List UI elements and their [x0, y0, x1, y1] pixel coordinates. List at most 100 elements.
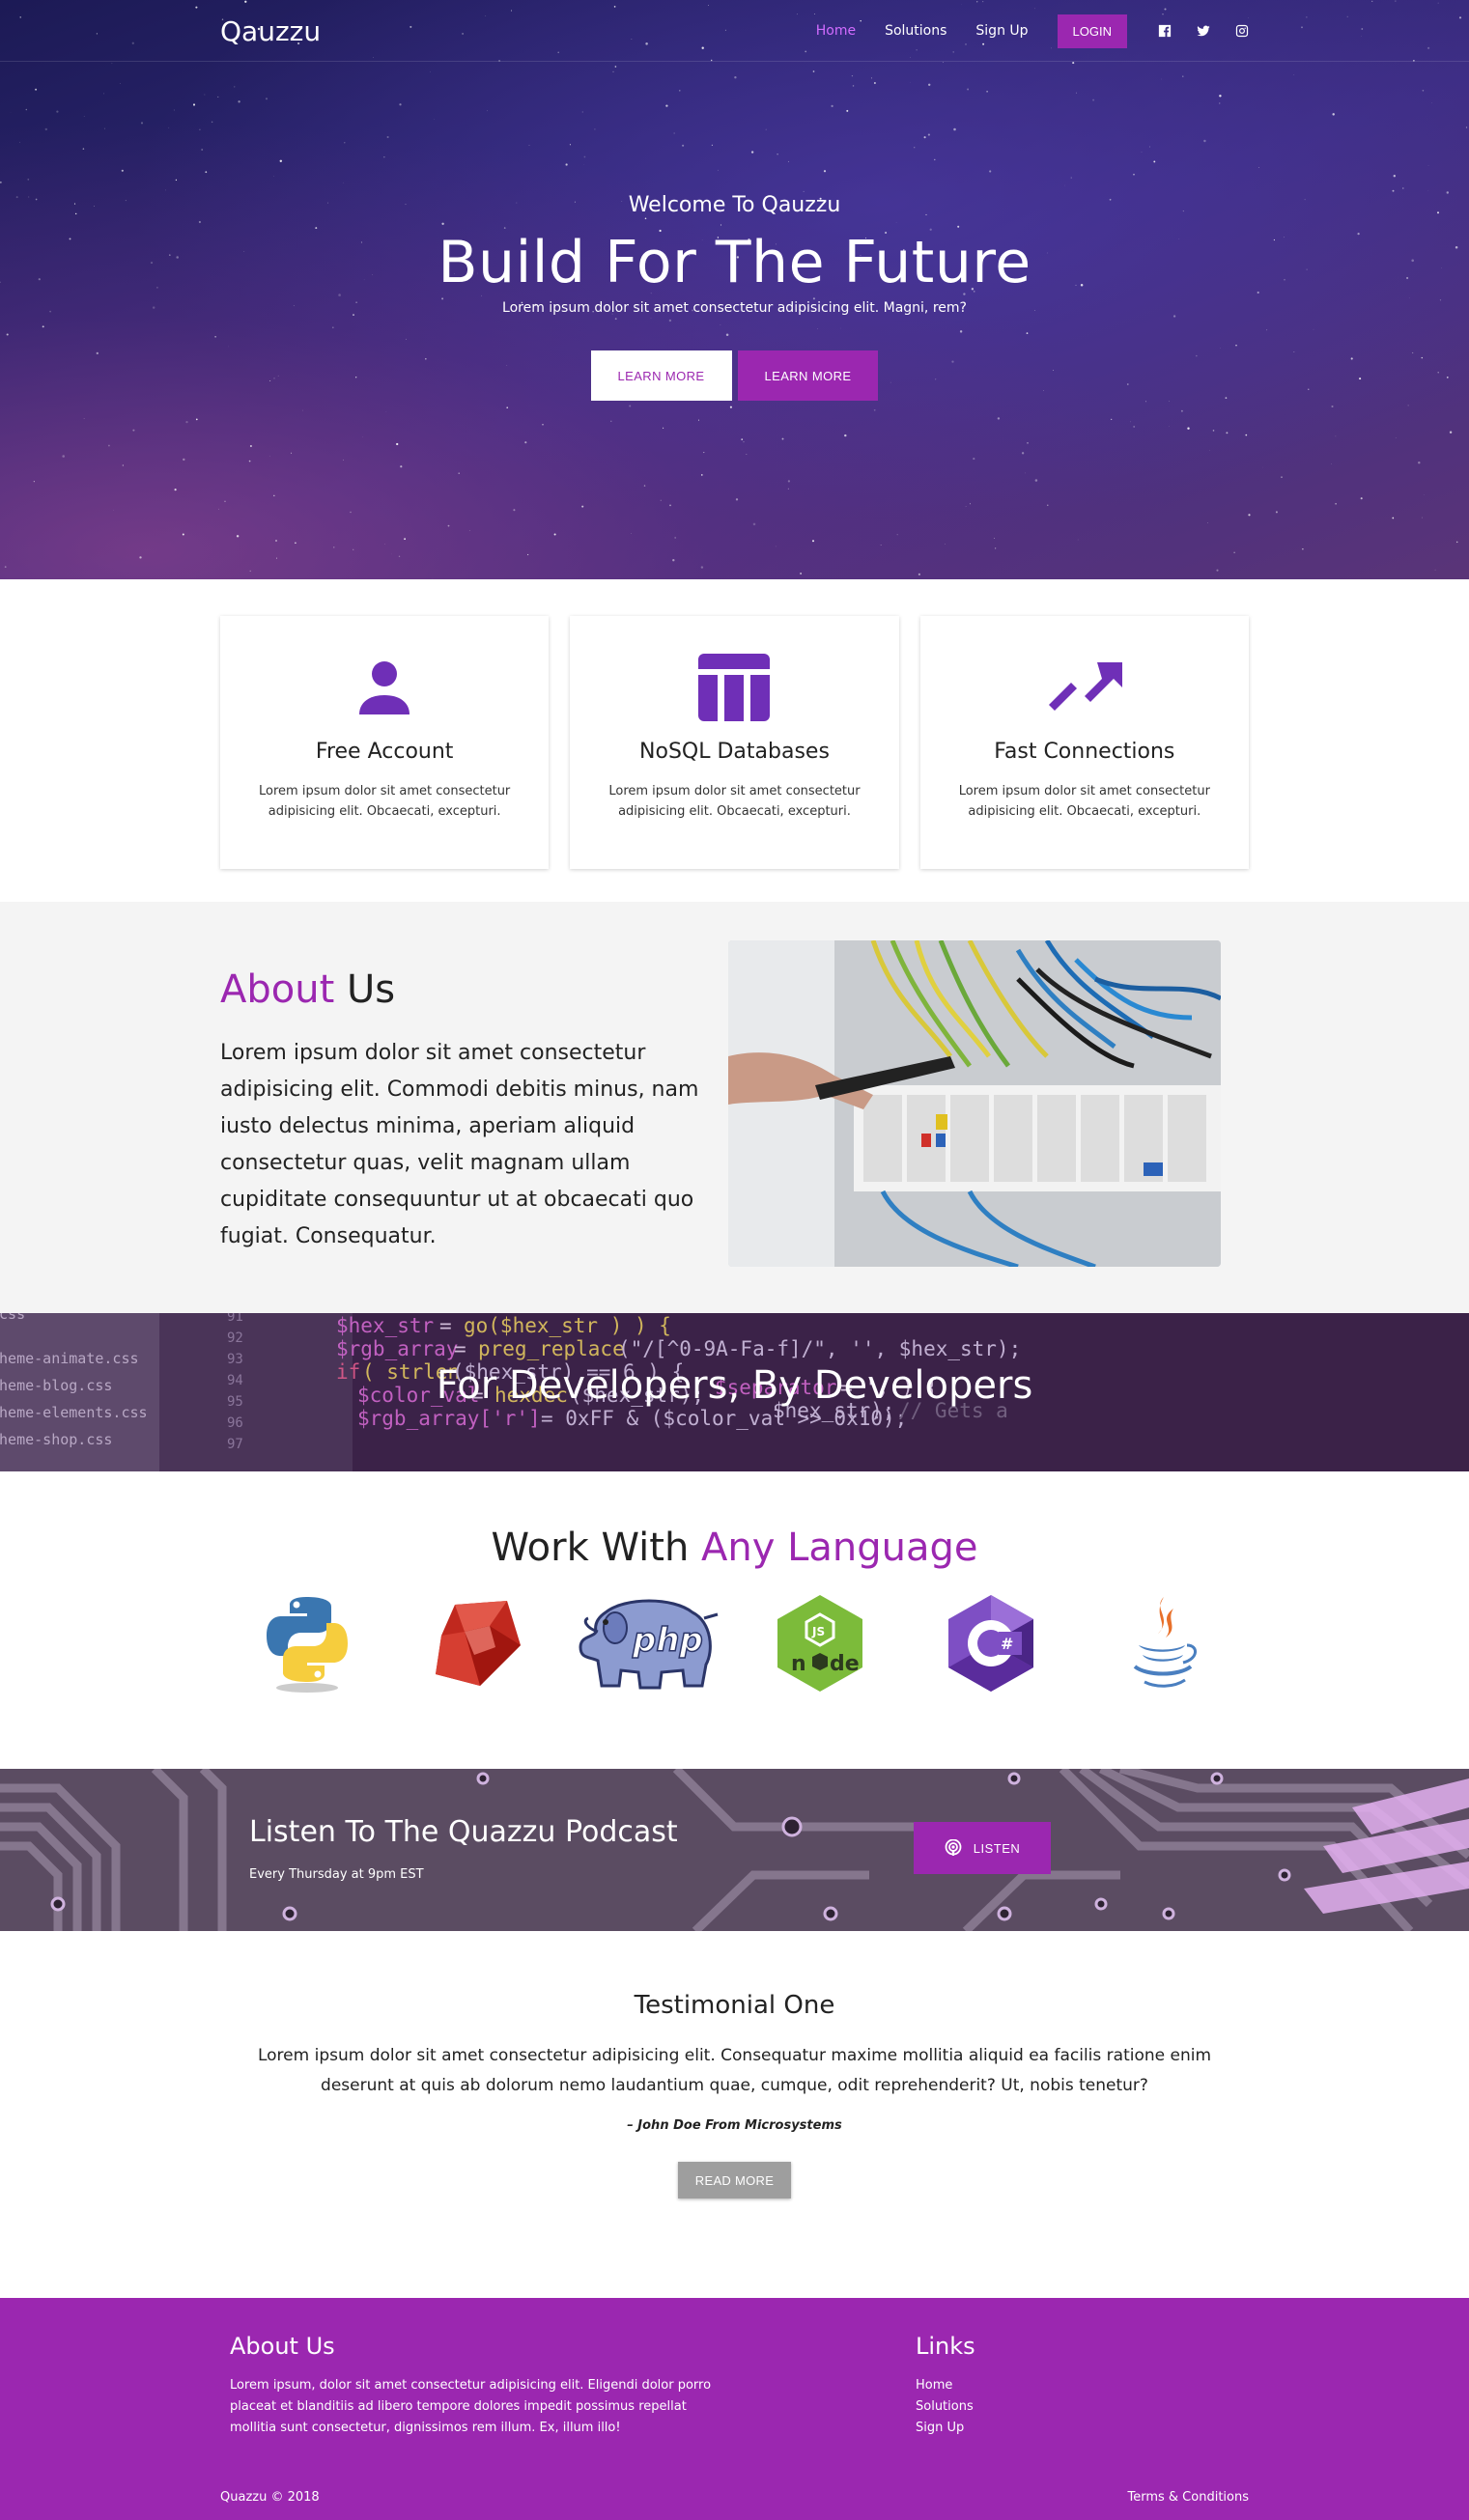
testimonial-section: Testimonial One Lorem ipsum dolor sit am… [0, 1931, 1469, 2298]
star-dot [19, 141, 20, 143]
database-columns-icon [570, 653, 898, 722]
star-dot [174, 489, 177, 491]
star-dot [1219, 95, 1222, 98]
facebook-icon[interactable] [1158, 24, 1172, 38]
footer-link-solutions[interactable]: Solutions [916, 2396, 975, 2418]
star-dot [1449, 431, 1453, 434]
star-dot [82, 148, 85, 150]
star-dot [928, 83, 931, 87]
star-dot [1434, 569, 1436, 571]
instagram-icon[interactable] [1235, 24, 1249, 38]
star-dot [1427, 164, 1429, 166]
footer-copyright: Quazzu © 2018 [220, 2490, 320, 2505]
star-dot [165, 189, 166, 191]
svg-text:JS: JS [811, 1625, 825, 1638]
star-dot [1465, 126, 1468, 128]
star-dot [183, 458, 185, 462]
star-dot [735, 498, 739, 501]
svg-text:=: = [439, 1314, 452, 1337]
star-dot [83, 418, 85, 419]
star-dot [1407, 405, 1409, 406]
star-dot [718, 169, 719, 171]
feature-text: Lorem ipsum dolor sit amet consectetur a… [259, 784, 511, 819]
star-dot [569, 144, 571, 146]
ruby-logo [393, 1591, 564, 1695]
nav-link-home[interactable]: Home [816, 23, 856, 39]
star-dot [268, 455, 270, 457]
star-dot [803, 190, 805, 192]
star-dot [1207, 522, 1208, 524]
twitter-icon[interactable] [1197, 24, 1210, 38]
star-dot [700, 474, 703, 476]
login-button[interactable]: LOGIN [1057, 14, 1127, 48]
star-dot [1182, 75, 1184, 77]
star-dot [103, 127, 105, 129]
star-dot [273, 494, 275, 497]
star-dot [1422, 89, 1425, 92]
star-dot [400, 465, 403, 468]
star-dot [192, 103, 196, 106]
star-dot [1169, 401, 1171, 402]
star-dot [703, 452, 705, 454]
star-dot [973, 458, 975, 461]
star-dot [934, 158, 936, 161]
learn-more-button-primary[interactable]: LEARN MORE [737, 350, 879, 401]
svg-text:n: n [791, 1652, 806, 1676]
star-dot [994, 538, 995, 539]
star-dot [526, 553, 529, 556]
csharp-logo: # [906, 1591, 1077, 1695]
footer: About Us Lorem ipsum, dolor sit amet con… [0, 2298, 1469, 2520]
star-dot [1161, 78, 1162, 80]
star-dot [1034, 479, 1038, 482]
star-dot [343, 459, 344, 461]
star-dot [1245, 434, 1248, 436]
star-dot [185, 420, 188, 424]
footer-link-home[interactable]: Home [916, 2375, 975, 2396]
svg-text:$rgb_array['r']: $rgb_array['r'] [357, 1407, 541, 1430]
footer-links-heading: Links [916, 2333, 975, 2360]
python-logo [222, 1591, 393, 1695]
star-dot [103, 93, 104, 95]
star-dot [249, 444, 252, 448]
star-dot [173, 109, 175, 111]
nav-link-sign-up[interactable]: Sign Up [975, 23, 1028, 39]
star-dot [1212, 430, 1215, 432]
star-dot [1392, 517, 1395, 519]
hero-content: Welcome To Qauzzu Build For The Future L… [0, 193, 1469, 401]
star-dot [831, 104, 833, 108]
star-dot [468, 530, 470, 531]
svg-text:("/[^0-9A-Fa-f]/", '', $hex_st: ("/[^0-9A-Fa-f]/", '', $hex_str); [618, 1337, 1021, 1360]
star-dot [0, 181, 2, 183]
star-dot [383, 156, 385, 158]
star-dot [35, 88, 38, 91]
star-dot [581, 505, 584, 508]
star-dot [1070, 177, 1072, 179]
star-dot [787, 160, 790, 162]
read-more-button[interactable]: READ MORE [677, 2162, 792, 2198]
star-dot [945, 544, 946, 545]
listen-button[interactable]: LISTEN [914, 1822, 1051, 1874]
star-dot [199, 128, 201, 130]
svg-text:97: 97 [227, 1437, 243, 1452]
footer-link-sign-up[interactable]: Sign Up [916, 2418, 975, 2439]
about-text-block: About Us Lorem ipsum dolor sit amet cons… [220, 940, 713, 1267]
star-dot [1219, 102, 1221, 104]
star-dot [1233, 551, 1235, 553]
feature-title: NoSQL Databases [639, 740, 830, 764]
star-dot [384, 544, 385, 545]
star-dot [175, 179, 178, 182]
star-dot [386, 135, 389, 139]
brand-logo[interactable]: Qauzzu [220, 15, 321, 47]
star-dot [811, 540, 815, 543]
terms-link[interactable]: Terms & Conditions [1128, 2490, 1250, 2505]
star-dot [1395, 437, 1397, 439]
star-dot [1133, 425, 1136, 428]
learn-more-button-outline[interactable]: LEARN MORE [590, 350, 732, 401]
star-dot [204, 94, 206, 96]
star-dot [800, 573, 802, 574]
star-dot [1209, 450, 1210, 451]
star-dot [1335, 503, 1337, 505]
star-dot [276, 557, 277, 559]
star-dot [896, 534, 898, 536]
nav-link-solutions[interactable]: Solutions [885, 23, 946, 39]
